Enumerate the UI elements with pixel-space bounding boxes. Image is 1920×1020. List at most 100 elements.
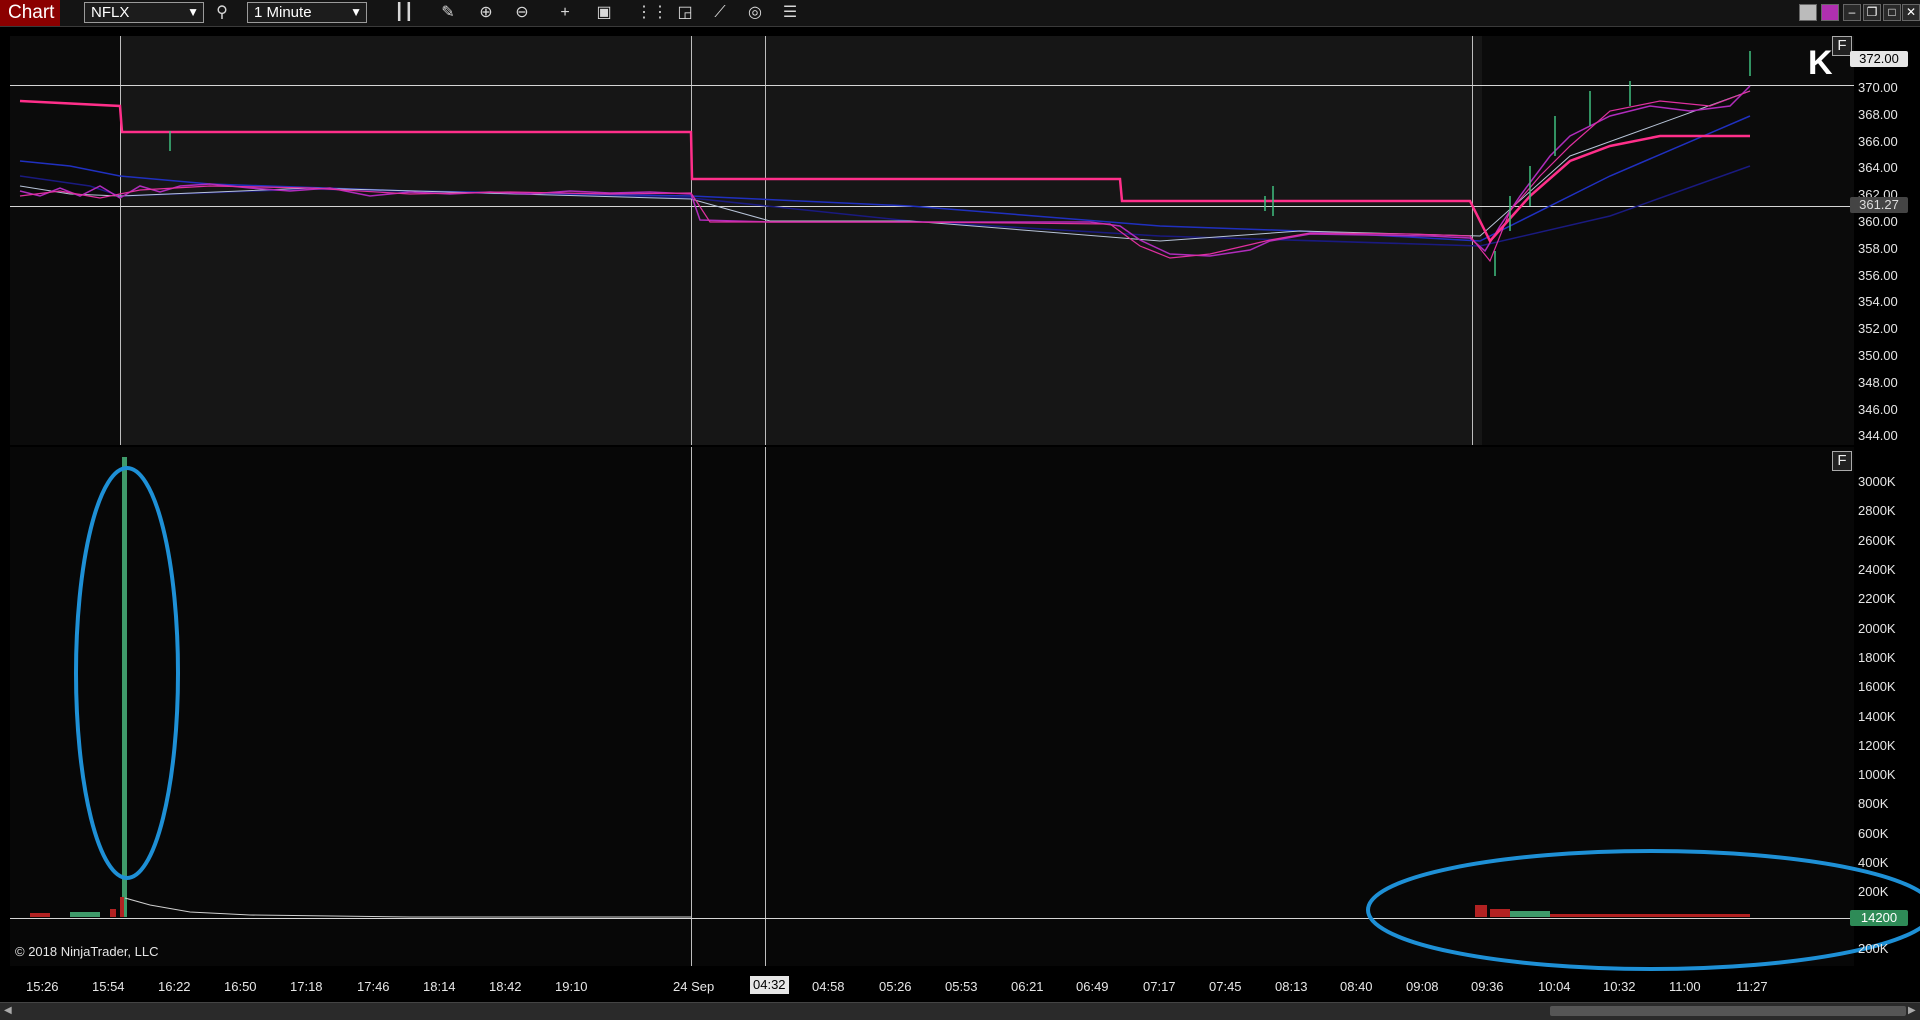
toolbar: Chart NFLX ▼ ⚲ 1 Minute ▼ ┃┃ ✎ ⊕ ⊖ + ▣ ⋮… xyxy=(0,0,1920,27)
volume-tick-label: 2200K xyxy=(1858,591,1896,606)
annotation-ellipse-right xyxy=(1366,849,1920,971)
bar-chart-icon[interactable]: ┃┃ xyxy=(394,3,414,23)
volume-bar xyxy=(120,897,124,917)
scroll-left-icon[interactable]: ◀ xyxy=(4,1005,12,1016)
scrollbar-thumb[interactable] xyxy=(1550,1006,1906,1016)
color-swatch-gray[interactable] xyxy=(1799,4,1817,21)
volume-tick-label: 600K xyxy=(1858,826,1889,841)
volume-tick-label: 1400K xyxy=(1858,709,1896,724)
volume-tick-label: 1800K xyxy=(1858,650,1896,665)
volume-bar xyxy=(1510,911,1550,917)
time-tick-label: 17:46 xyxy=(357,979,390,994)
price-tick-label: 354.00 xyxy=(1858,294,1898,309)
price-tick-label: 344.00 xyxy=(1858,428,1898,443)
time-tick-label: 09:36 xyxy=(1471,979,1504,994)
ninjatrader-logo: K xyxy=(1808,44,1833,82)
interval-selector[interactable]: 1 Minute ▼ xyxy=(247,2,367,23)
copyright-text: © 2018 NinjaTrader, LLC xyxy=(15,944,159,959)
volume-chart xyxy=(30,457,1920,971)
chevron-down-icon: ▼ xyxy=(350,5,362,19)
panel-f-button[interactable]: F xyxy=(1832,36,1852,56)
volume-tick-label: 1200K xyxy=(1858,738,1896,753)
close-button[interactable]: ✕ xyxy=(1902,4,1920,21)
time-tick-label: 09:08 xyxy=(1406,979,1439,994)
volume-tick-label: 400K xyxy=(1858,855,1889,870)
minimize-button[interactable]: – xyxy=(1843,4,1861,21)
marker-price-tag: 361.27 xyxy=(1850,197,1908,213)
data-box-icon[interactable]: ⋮⋮ xyxy=(636,3,668,23)
crosshair-icon[interactable]: + xyxy=(555,3,575,23)
time-tick-label: 17:18 xyxy=(290,979,323,994)
volume-bar xyxy=(1475,905,1487,917)
volume-bar xyxy=(110,909,116,917)
volume-tick-label: 2400K xyxy=(1858,562,1896,577)
instrument-selector[interactable]: NFLX ▼ xyxy=(84,2,204,23)
drawing-tools-icon[interactable]: ◲ xyxy=(675,3,695,23)
volume-bar xyxy=(30,913,50,917)
time-tick-label: 18:42 xyxy=(489,979,522,994)
price-tick-label: 370.00 xyxy=(1858,80,1898,95)
price-chart xyxy=(19,51,1751,276)
interval-value: 1 Minute xyxy=(254,4,312,21)
time-tick-label: 10:32 xyxy=(1603,979,1636,994)
price-tick-label: 346.00 xyxy=(1858,402,1898,417)
price-tick-label: 360.00 xyxy=(1858,214,1898,229)
time-tick-label: 18:14 xyxy=(423,979,456,994)
time-axis: 15:26 15:54 16:22 16:50 17:18 17:46 18:14 18:42… xyxy=(0,966,1920,1002)
price-tick-label: 358.00 xyxy=(1858,241,1898,256)
time-tick-label: 15:26 xyxy=(26,979,59,994)
last-price-tag: 372.00 xyxy=(1850,51,1908,67)
zoom-out-icon[interactable]: ⊖ xyxy=(512,3,532,23)
time-tick-label: 05:53 xyxy=(945,979,978,994)
purple-price-line xyxy=(19,85,1751,257)
time-tick-label: 07:17 xyxy=(1143,979,1176,994)
price-tick-label: 350.00 xyxy=(1858,348,1898,363)
time-tick-label: 04:58 xyxy=(812,979,845,994)
volume-tick-label: 1000K xyxy=(1858,767,1896,782)
time-tick-label: 10:04 xyxy=(1538,979,1571,994)
pencil-icon[interactable]: ✎ xyxy=(438,3,458,23)
price-tick-label: 352.00 xyxy=(1858,321,1898,336)
chevron-down-icon: ▼ xyxy=(187,5,199,19)
maximize-button[interactable]: □ xyxy=(1883,4,1901,21)
volume-tick-label: 3000K xyxy=(1858,474,1896,489)
time-tick-label: 05:26 xyxy=(879,979,912,994)
volume-tick-label: 800K xyxy=(1858,796,1889,811)
price-tick-label: 356.00 xyxy=(1858,268,1898,283)
time-tick-label: 08:13 xyxy=(1275,979,1308,994)
menu-icon[interactable]: ☰ xyxy=(780,3,800,23)
price-tick-label: 348.00 xyxy=(1858,375,1898,390)
price-tick-label: 366.00 xyxy=(1858,134,1898,149)
volume-average-line xyxy=(124,897,691,918)
time-tick-label: 11:27 xyxy=(1736,979,1768,994)
restore-button[interactable]: ❐ xyxy=(1863,4,1881,21)
volume-tick-label: 2000K xyxy=(1858,621,1896,636)
pink-ma-line xyxy=(19,99,1750,244)
current-volume-tag: 14200 xyxy=(1850,910,1908,926)
time-tick-label: 06:49 xyxy=(1076,979,1109,994)
instrument-value: NFLX xyxy=(91,4,130,21)
properties-icon[interactable]: ▣ xyxy=(594,3,614,23)
zoom-in-icon[interactable]: ⊕ xyxy=(476,3,496,23)
time-tick-label: 06:21 xyxy=(1011,979,1044,994)
time-tick-label: 11:00 xyxy=(1669,979,1701,994)
color-swatch-purple[interactable] xyxy=(1821,4,1839,21)
volume-tick-label: 2600K xyxy=(1858,533,1896,548)
candles xyxy=(169,51,1751,276)
volume-panel[interactable]: F © 2018 NinjaTrader, LLC xyxy=(10,447,1920,971)
panel-f-button[interactable]: F xyxy=(1832,451,1852,471)
price-tick-label: 364.00 xyxy=(1858,160,1898,175)
time-tick-label: 16:22 xyxy=(158,979,191,994)
scroll-right-icon[interactable]: ▶ xyxy=(1908,1005,1916,1016)
time-tick-label: 24 Sep xyxy=(673,979,715,994)
indicator-icon[interactable]: ◎ xyxy=(745,3,765,23)
volume-bar xyxy=(70,912,100,917)
time-tick-label: 19:10 xyxy=(555,979,588,994)
strategy-icon[interactable]: ⟋ xyxy=(710,3,730,23)
horizontal-scrollbar[interactable]: ◀ ▶ xyxy=(0,1002,1920,1020)
search-icon[interactable]: ⚲ xyxy=(212,3,232,23)
volume-tick-label: 200K xyxy=(1858,941,1889,956)
app-title: Chart xyxy=(0,0,60,26)
price-panel[interactable]: F K xyxy=(10,36,1854,445)
time-tick-label: 08:40 xyxy=(1340,979,1373,994)
